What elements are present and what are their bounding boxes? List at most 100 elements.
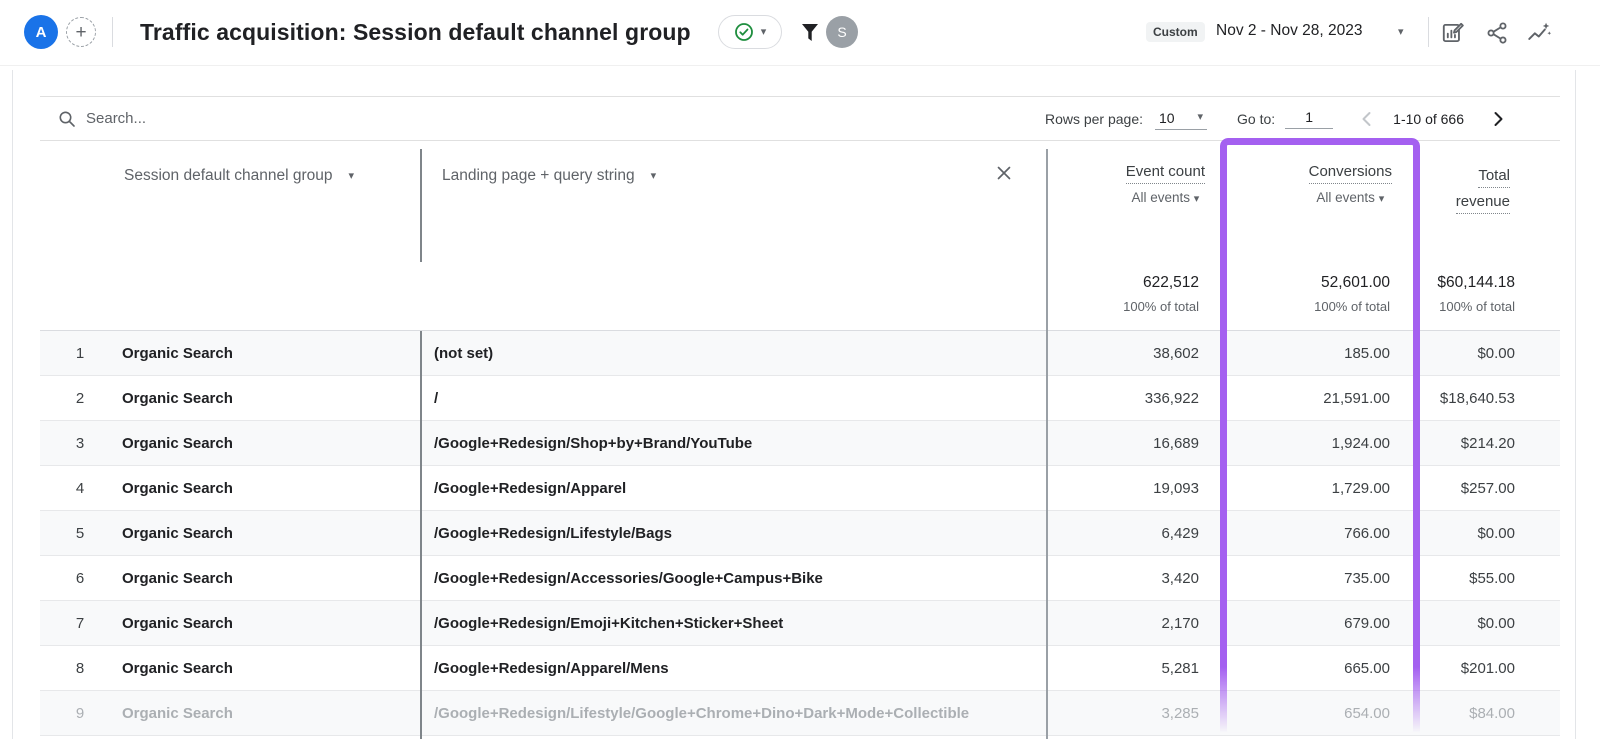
add-comparison-button[interactable]: + <box>66 17 96 47</box>
metric-event-scope-dropdown[interactable]: All events ▾ <box>1309 190 1392 205</box>
previous-page-icon[interactable] <box>1357 109 1377 129</box>
row-index: 8 <box>60 646 100 691</box>
chevron-down-icon: ▾ <box>651 171 657 182</box>
workspace-avatar[interactable]: S <box>826 16 858 48</box>
total-value: $60,144.18 <box>1437 274 1515 292</box>
total-percent: 100% of total <box>1314 299 1390 314</box>
cell-landing-page: /Google+Redesign/Apparel/Mens <box>434 646 669 691</box>
total-event-count: 622,512 100% of total <box>1123 274 1199 314</box>
content-left-edge <box>12 70 13 739</box>
chevron-down-icon: ▾ <box>761 27 767 38</box>
metric-header-total-revenue[interactable]: Total revenue <box>1440 163 1510 216</box>
row-index: 4 <box>60 466 100 511</box>
cell-landing-page: /Google+Redesign/Lifestyle/Bags <box>434 511 672 556</box>
cell-landing-page: / <box>434 376 438 421</box>
dimension-header-channel-group[interactable]: Session default channel group ▾ <box>124 167 354 185</box>
row-index: 2 <box>60 376 100 421</box>
dimension-header-landing-page[interactable]: Landing page + query string ▾ <box>442 167 656 185</box>
metric-sub-label: All events <box>1131 190 1190 205</box>
dimension-header-label: Landing page + query string <box>442 167 635 185</box>
share-icon[interactable] <box>1484 20 1510 46</box>
account-avatar-letter: A <box>36 24 47 41</box>
cell-landing-page: /Google+Redesign/Accessories/Google+Camp… <box>434 556 823 601</box>
next-page-icon[interactable] <box>1488 109 1508 129</box>
search-input[interactable] <box>86 110 466 127</box>
header-divider <box>112 17 113 47</box>
table-body: 1Organic Search(not set)38,602185.00$0.0… <box>40 331 1560 736</box>
chevron-down-icon: ▾ <box>349 171 355 182</box>
cell-event-count: 38,602 <box>1153 331 1199 376</box>
cell-channel-group: Organic Search <box>122 511 233 556</box>
row-index: 6 <box>60 556 100 601</box>
search-icon <box>58 110 76 128</box>
cell-event-count: 19,093 <box>1153 466 1199 511</box>
goto-page-input[interactable] <box>1285 109 1333 129</box>
check-circle-icon <box>734 22 754 42</box>
cell-total-revenue: $0.00 <box>1477 601 1515 646</box>
date-range-selector[interactable]: Nov 2 - Nov 28, 2023 <box>1216 22 1362 40</box>
page-title: Traffic acquisition: Session default cha… <box>140 19 691 46</box>
workspace-avatar-letter: S <box>837 24 846 40</box>
cell-conversions: 185.00 <box>1344 331 1390 376</box>
total-percent: 100% of total <box>1123 299 1199 314</box>
table-toolbar: Rows per page: 10 ▾ Go to: 1-10 of 666 <box>40 96 1560 141</box>
cell-channel-group: Organic Search <box>122 466 233 511</box>
rows-per-page-value: 10 <box>1159 110 1175 126</box>
filter-icon[interactable] <box>798 21 822 45</box>
cell-event-count: 3,420 <box>1161 556 1199 601</box>
cell-total-revenue: $0.00 <box>1477 511 1515 556</box>
table-row: 4Organic Search/Google+Redesign/Apparel1… <box>40 466 1560 511</box>
metric-name: Event count <box>1126 163 1205 184</box>
metric-header-event-count[interactable]: Event count All events ▾ <box>1126 163 1205 205</box>
row-index: 3 <box>60 421 100 466</box>
cell-conversions: 1,729.00 <box>1332 466 1390 511</box>
customize-report-icon[interactable] <box>1440 20 1466 46</box>
app-bar: A + Traffic acquisition: Session default… <box>0 0 1600 66</box>
column-divider <box>420 149 422 262</box>
metric-name: Conversions <box>1309 163 1392 184</box>
report-status-dropdown[interactable]: ▾ <box>718 15 782 49</box>
cell-event-count: 6,429 <box>1161 511 1199 556</box>
cell-conversions: 735.00 <box>1344 556 1390 601</box>
pagination-range: 1-10 of 666 <box>1393 111 1464 127</box>
table-row: 9Organic Search/Google+Redesign/Lifestyl… <box>40 691 1560 736</box>
cell-landing-page: /Google+Redesign/Shop+by+Brand/YouTube <box>434 421 752 466</box>
cell-channel-group: Organic Search <box>122 601 233 646</box>
account-avatar[interactable]: A <box>24 15 58 49</box>
cell-conversions: 1,924.00 <box>1332 421 1390 466</box>
chevron-down-icon: ▾ <box>1197 112 1203 123</box>
remove-dimension-icon[interactable] <box>994 163 1014 183</box>
cell-total-revenue: $84.00 <box>1469 691 1515 736</box>
metric-header-conversions[interactable]: Conversions All events ▾ <box>1309 163 1392 205</box>
table-row: 7 Organic Search/Google+Redesign/Emoji+Ki… <box>40 601 1560 646</box>
cell-conversions: 654.00 <box>1344 691 1390 736</box>
cell-channel-group: Organic Search <box>122 646 233 691</box>
rows-per-page-select[interactable]: 10 ▾ <box>1155 108 1207 130</box>
column-divider <box>1046 149 1048 739</box>
cell-channel-group: Organic Search <box>122 331 233 376</box>
plus-icon: + <box>75 23 86 42</box>
cell-event-count: 16,689 <box>1153 421 1199 466</box>
column-divider <box>420 331 422 739</box>
cell-total-revenue: $201.00 <box>1461 646 1515 691</box>
metric-event-scope-dropdown[interactable]: All events ▾ <box>1126 190 1205 205</box>
row-index: 7 <box>60 601 100 646</box>
insights-icon[interactable] <box>1526 20 1552 46</box>
cell-conversions: 21,591.00 <box>1323 376 1390 421</box>
table-header: Session default channel group ▾ Landing … <box>40 141 1560 331</box>
cell-total-revenue: $257.00 <box>1461 466 1515 511</box>
cell-total-revenue: $214.20 <box>1461 421 1515 466</box>
cell-event-count: 2,170 <box>1161 601 1199 646</box>
cell-landing-page: /Google+Redesign/Emoji+Kitchen+Sticker+S… <box>434 601 783 646</box>
cell-total-revenue: $55.00 <box>1469 556 1515 601</box>
metric-sub-label: All events <box>1316 190 1375 205</box>
date-range-caret-icon: ▾ <box>1398 27 1404 38</box>
date-range-type-badge: Custom <box>1146 22 1205 42</box>
cell-event-count: 5,281 <box>1161 646 1199 691</box>
table-row: 2Organic Search/336,92221,591.00$18,640.… <box>40 376 1560 421</box>
rows-per-page-label: Rows per page: <box>1045 111 1143 127</box>
cell-event-count: 336,922 <box>1145 376 1199 421</box>
cell-total-revenue: $0.00 <box>1477 331 1515 376</box>
cell-conversions: 766.00 <box>1344 511 1390 556</box>
cell-conversions: 665.00 <box>1344 646 1390 691</box>
